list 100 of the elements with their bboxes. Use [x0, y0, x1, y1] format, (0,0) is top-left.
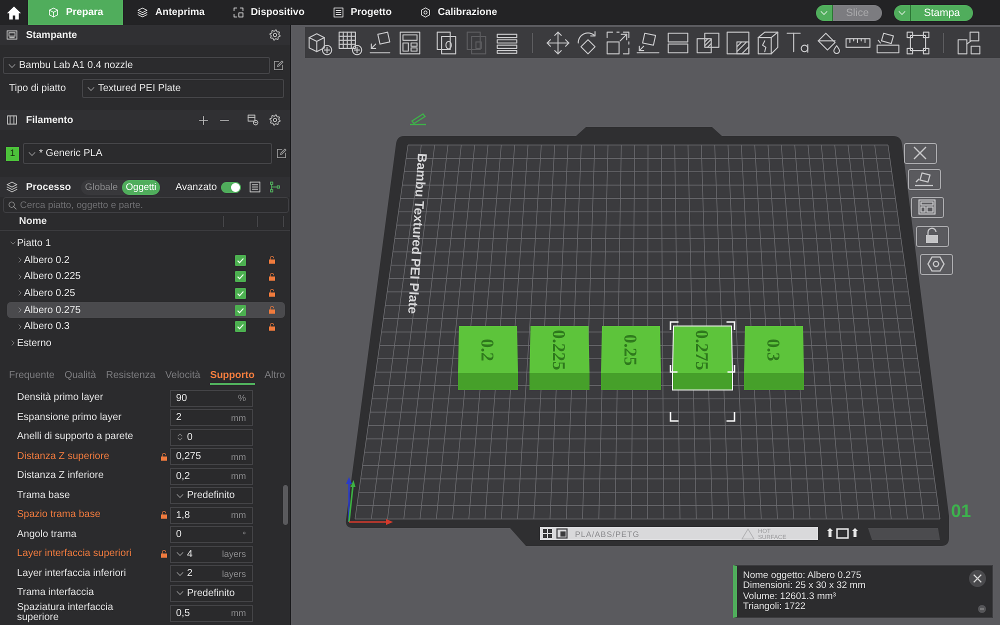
- info-line: Nome oggetto: Albero 0.275: [743, 571, 862, 581]
- unit-label: mm: [231, 452, 246, 462]
- search-field[interactable]: Cerca piatto, oggetto e parte.: [3, 197, 289, 213]
- tree-structure-icon[interactable]: [269, 181, 281, 193]
- hatched-square-icon[interactable]: [725, 30, 751, 56]
- exploded-blocks-icon[interactable]: [956, 30, 982, 56]
- setting-label: Anelli di supporto a parete: [17, 432, 134, 442]
- setting-label: Densità primo layer: [17, 393, 104, 404]
- value-dropdown[interactable]: 2 layers: [170, 565, 253, 582]
- settings-tab[interactable]: Supporto: [210, 368, 255, 385]
- printer-dropdown[interactable]: Bambu Lab A1 0.4 nozzle: [3, 57, 270, 74]
- list-icon[interactable]: [249, 181, 261, 193]
- nav-tab[interactable]: Anteprima: [123, 0, 219, 25]
- tilted-square-icon[interactable]: [367, 30, 393, 56]
- chevron-right-icon[interactable]: [17, 307, 23, 314]
- chevron-down-icon[interactable]: [10, 240, 16, 246]
- framed-square-icon: [556, 528, 568, 539]
- padlock-icon: [268, 305, 276, 316]
- cube-icon: [48, 7, 59, 18]
- minus-circle-icon[interactable]: [978, 605, 986, 613]
- block-label: 0.275: [692, 330, 712, 370]
- layers-icon: [137, 7, 148, 18]
- chevron-right-icon[interactable]: [17, 257, 23, 264]
- tree-row[interactable]: Albero 0.25: [7, 285, 285, 302]
- nav-tab[interactable]: Dispositivo: [218, 0, 319, 25]
- scrollbar-thumb[interactable]: [283, 485, 288, 525]
- column-header[interactable]: Nome: [19, 216, 47, 227]
- box-circle-icon[interactable]: [247, 114, 259, 126]
- move-arrows-icon[interactable]: [545, 30, 571, 56]
- plate-button[interactable]: [920, 254, 953, 275]
- plate-button[interactable]: [908, 169, 941, 190]
- block-label: 0.3: [764, 338, 784, 362]
- settings-icon[interactable]: [269, 29, 281, 41]
- value-field[interactable]: 2 mm: [170, 409, 253, 426]
- tree-row[interactable]: Piatto 1: [7, 235, 285, 252]
- chevron-right-icon[interactable]: [10, 340, 16, 346]
- dropdown-arrow-button[interactable]: [894, 4, 911, 20]
- dropdown-arrow-button[interactable]: [816, 4, 834, 20]
- plate-type-dropdown[interactable]: Textured PEI Plate: [82, 79, 284, 98]
- padlock-icon: [268, 288, 276, 298]
- plate-button[interactable]: [916, 226, 949, 247]
- advanced-switch[interactable]: [221, 182, 241, 192]
- plate-button[interactable]: [904, 143, 937, 164]
- hexagon-icon: [927, 256, 945, 272]
- nav-tab[interactable]: Progetto: [318, 0, 406, 25]
- value-dropdown[interactable]: Predefinito: [170, 487, 253, 504]
- tree-row[interactable]: Esterno: [7, 335, 285, 352]
- setting-label: Spazio trama base: [17, 510, 100, 520]
- edit-icon[interactable]: [273, 60, 284, 71]
- checkbox[interactable]: [235, 254, 246, 266]
- home-icon[interactable]: [6, 4, 22, 20]
- chevron-right-icon[interactable]: [17, 324, 23, 330]
- padlock-icon: [268, 272, 276, 282]
- value-field[interactable]: 1,8 mm: [170, 506, 253, 524]
- filament-dropdown[interactable]: * Generic PLA: [23, 143, 272, 164]
- tree-row[interactable]: Albero 0.225: [7, 268, 285, 286]
- chevron-down-icon: [176, 589, 184, 598]
- settings-icon[interactable]: [269, 114, 281, 126]
- plate-button[interactable]: [911, 197, 944, 218]
- section-title: Stampante: [26, 30, 78, 40]
- tree-row[interactable]: Albero 0.3: [7, 318, 285, 336]
- spin-field[interactable]: 0: [170, 428, 253, 446]
- overlapping-squares-icon[interactable]: [695, 30, 721, 56]
- padlock-icon: [268, 322, 276, 332]
- layout-icon[interactable]: [397, 30, 423, 56]
- plate-number: 01: [951, 501, 972, 521]
- filament-swatch[interactable]: 1: [6, 146, 19, 160]
- tree-row[interactable]: Albero 0.2: [7, 252, 285, 268]
- close-icon[interactable]: [969, 570, 986, 587]
- grid-plus-icon[interactable]: [337, 30, 363, 56]
- plus-icon[interactable]: [198, 114, 209, 126]
- checkbox[interactable]: [235, 288, 246, 299]
- checkbox[interactable]: [235, 304, 246, 316]
- edit-icon[interactable]: [276, 148, 287, 159]
- checkbox[interactable]: [235, 321, 246, 332]
- value-field[interactable]: 0,5 mm: [170, 604, 253, 622]
- setting-label: Distanza Z inferiore: [17, 471, 104, 482]
- value-field[interactable]: 90 %: [170, 390, 253, 407]
- value-field[interactable]: 0,2 mm: [170, 468, 253, 485]
- setting-label: Distanza Z superiore: [17, 452, 110, 462]
- value-dropdown[interactable]: 4 layers: [170, 546, 253, 563]
- scale-icon[interactable]: [605, 30, 631, 56]
- checkbox[interactable]: [235, 271, 246, 282]
- section-title: Filamento: [26, 114, 74, 126]
- strip-text: PLA/ABS/PETG: [575, 530, 640, 539]
- setting-label: Layer interfaccia inferiori: [17, 568, 126, 579]
- chevron-right-icon[interactable]: [17, 274, 23, 280]
- chevron-right-icon[interactable]: [17, 290, 23, 296]
- bounding-box-icon[interactable]: [905, 30, 931, 56]
- tree-row[interactable]: Albero 0.275: [7, 302, 285, 318]
- text-tool-icon[interactable]: [785, 30, 811, 56]
- value-field[interactable]: 0,275 mm: [170, 448, 253, 466]
- paint-bucket-icon[interactable]: [815, 30, 841, 56]
- value-dropdown[interactable]: Predefinito: [170, 584, 253, 602]
- cube-icon[interactable]: [755, 30, 781, 56]
- split-rectangles-icon[interactable]: [665, 30, 691, 56]
- tray-icon[interactable]: [875, 30, 901, 56]
- nav-tab[interactable]: Calibrazione: [406, 0, 512, 25]
- tilted-square-arrow-icon[interactable]: [635, 30, 661, 56]
- value-field[interactable]: 0 °: [170, 526, 253, 544]
